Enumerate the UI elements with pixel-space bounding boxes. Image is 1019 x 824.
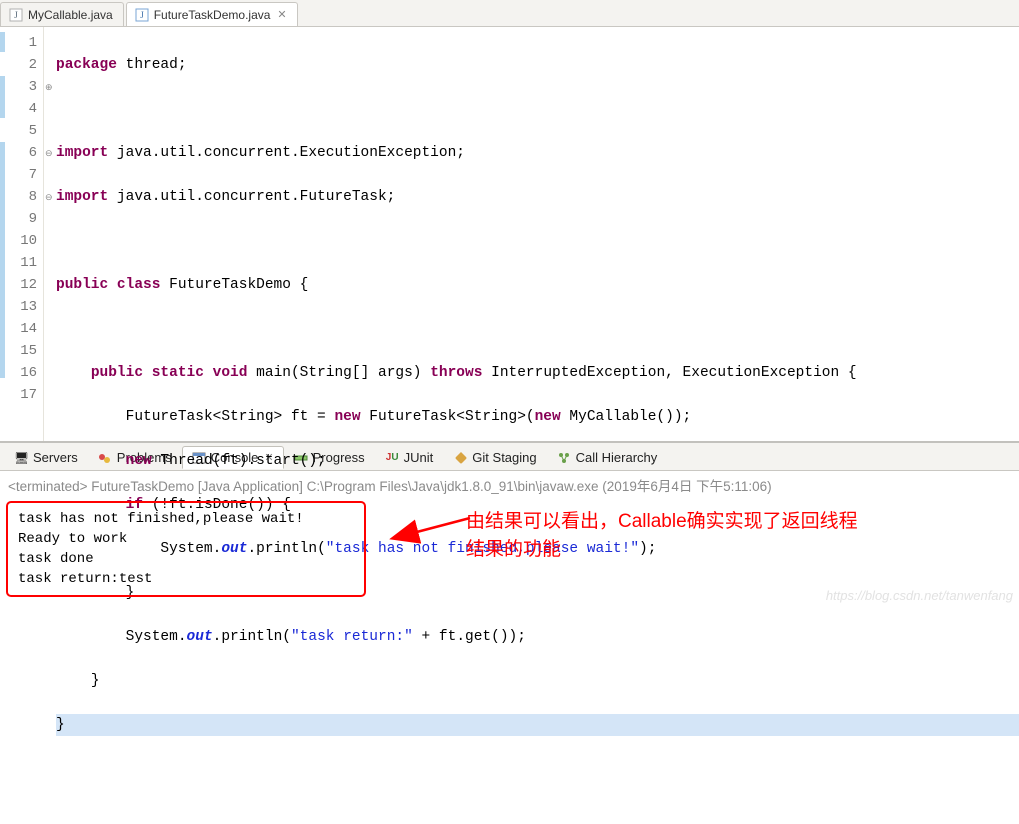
svg-text:J: J (140, 10, 144, 20)
line-number-gutter: 1234 5678 9101112 13141516 17 (14, 27, 44, 441)
svg-text:J: J (14, 10, 18, 20)
close-icon[interactable]: ✕ (277, 8, 286, 21)
console-line: task has not finished,please wait! (18, 509, 354, 529)
annotation-arrow-icon (386, 510, 474, 544)
tab-label: MyCallable.java (28, 8, 113, 22)
console-output[interactable]: task has not finished,please wait! Ready… (6, 501, 366, 597)
overview-ruler (0, 27, 14, 441)
code-content[interactable]: package thread; import java.util.concurr… (56, 27, 1019, 441)
console-line: Ready to work (18, 529, 354, 549)
tab-mycallable[interactable]: J MyCallable.java (0, 2, 124, 26)
console-line: task return:test (18, 569, 354, 589)
tab-futuretaskdemo[interactable]: J FutureTaskDemo.java ✕ (126, 2, 298, 26)
code-editor[interactable]: 1234 5678 9101112 13141516 17 ⊕ ⊖ ⊖ pack… (0, 27, 1019, 441)
tab-label: FutureTaskDemo.java (154, 8, 271, 22)
annotation-text: 由结果可以看出，Callable确实实现了返回线程 结果的功能 (466, 508, 858, 564)
fold-gutter: ⊕ ⊖ ⊖ (44, 27, 56, 441)
editor-tabs: J MyCallable.java J FutureTaskDemo.java … (0, 0, 1019, 27)
java-file-icon: J (135, 8, 149, 22)
java-file-icon: J (9, 8, 23, 22)
console-line: task done (18, 549, 354, 569)
current-line-highlight: } (56, 714, 1019, 736)
fold-expand-icon[interactable]: ⊕ (45, 76, 53, 98)
servers-icon: 🖥 (14, 450, 29, 465)
fold-collapse-icon[interactable]: ⊖ (45, 142, 53, 164)
watermark: https://blog.csdn.net/tanwenfang (826, 588, 1013, 603)
fold-collapse-icon[interactable]: ⊖ (45, 186, 53, 208)
